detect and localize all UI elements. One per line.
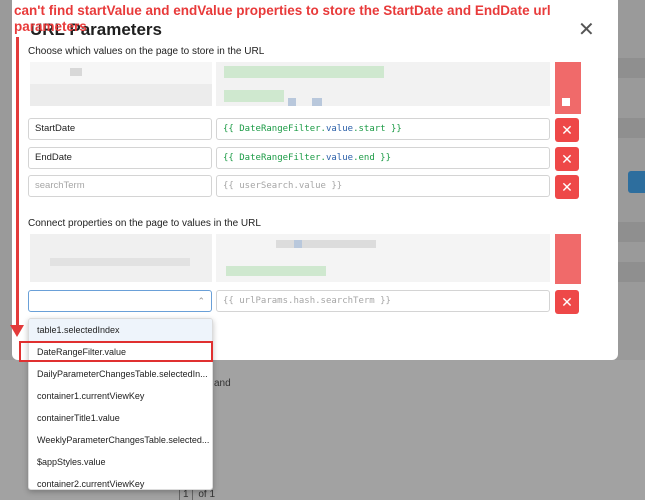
close-icon: ✕ bbox=[561, 151, 573, 167]
close-icon: ✕ bbox=[561, 294, 573, 310]
url-parameters-modal: URL Parameters ✕ Choose which values on … bbox=[12, 0, 618, 360]
annotation-arrow bbox=[16, 37, 19, 327]
dropdown-option[interactable]: DailyParameterChangesTable.selectedIn... bbox=[29, 363, 212, 385]
param-value-input[interactable]: {{ DateRangeFilter.value.end }} bbox=[216, 147, 550, 169]
redacted-connect-value bbox=[216, 234, 550, 282]
param-value-input-empty[interactable]: {{ userSearch.value }} bbox=[216, 175, 550, 197]
param-key-input-empty[interactable]: searchTerm bbox=[28, 175, 212, 197]
template-property: value bbox=[325, 124, 354, 134]
delete-row-button[interactable]: ✕ bbox=[555, 290, 579, 314]
store-section-label: Choose which values on the page to store… bbox=[28, 46, 265, 57]
close-icon: ✕ bbox=[561, 122, 573, 138]
template-subprop: end bbox=[358, 153, 375, 163]
dropdown-option[interactable]: $appStyles.value bbox=[29, 451, 212, 473]
dropdown-option[interactable]: container1.currentViewKey bbox=[29, 385, 212, 407]
redacted-connect-key bbox=[30, 234, 212, 282]
background-band bbox=[618, 222, 645, 242]
dropdown-option[interactable]: container2.currentViewKey bbox=[29, 473, 212, 489]
redacted-value-field bbox=[216, 62, 550, 106]
background-band bbox=[618, 58, 645, 78]
close-icon: ✕ bbox=[561, 179, 573, 195]
delete-row-button[interactable]: ✕ bbox=[555, 175, 579, 199]
redacted-delete-button bbox=[555, 234, 581, 284]
background-band bbox=[618, 118, 645, 138]
dropdown-option[interactable]: WeeklyParameterChangesTable.selected... bbox=[29, 429, 212, 451]
chevron-up-icon: ⌃ bbox=[197, 296, 205, 306]
pager-of-text: of 1 bbox=[198, 489, 216, 500]
delete-row-button[interactable]: ✕ bbox=[555, 147, 579, 171]
template-open: {{ bbox=[223, 124, 240, 134]
template-subprop: start bbox=[358, 124, 386, 134]
connect-section-label: Connect properties on the page to values… bbox=[28, 218, 261, 229]
background-text: and bbox=[214, 378, 231, 389]
param-key-input[interactable]: StartDate bbox=[28, 118, 212, 140]
template-object: DateRangeFilter bbox=[239, 124, 321, 134]
annotation-text: can't find startValue and endValue prope… bbox=[14, 3, 551, 34]
background-band bbox=[618, 262, 645, 282]
template-close: }} bbox=[374, 153, 392, 163]
param-value-input[interactable]: {{ DateRangeFilter.value.start }} bbox=[216, 118, 550, 140]
template-object: DateRangeFilter bbox=[239, 153, 321, 163]
close-icon[interactable]: ✕ bbox=[578, 20, 595, 40]
template-property: value bbox=[325, 153, 354, 163]
param-key-input[interactable]: EndDate bbox=[28, 147, 212, 169]
template-close: }} bbox=[385, 124, 402, 134]
background-button bbox=[628, 171, 645, 193]
highlight-box bbox=[19, 341, 213, 362]
url-value-input[interactable]: {{ urlParams.hash.searchTerm }} bbox=[216, 290, 550, 312]
template-open: {{ bbox=[223, 153, 240, 163]
dropdown-option[interactable]: table1.selectedIndex bbox=[29, 319, 212, 341]
delete-row-button[interactable]: ✕ bbox=[555, 118, 579, 142]
property-select[interactable]: ⌃ bbox=[28, 290, 212, 312]
arrow-down-icon bbox=[10, 325, 24, 337]
dropdown-option[interactable]: containerTitle1.value bbox=[29, 407, 212, 429]
redacted-key-field bbox=[30, 62, 212, 106]
redacted-delete-button bbox=[555, 62, 581, 114]
